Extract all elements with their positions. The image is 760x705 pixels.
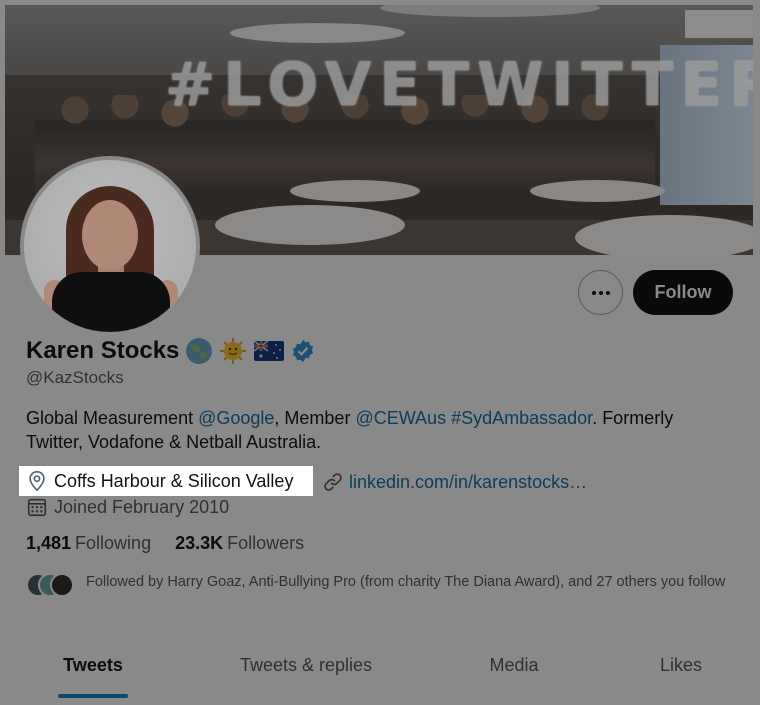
- profile-bio: Global Measurement @Google, Member @CEWA…: [26, 406, 726, 454]
- globe-asia-australia-icon: [186, 338, 213, 364]
- mention-link[interactable]: @Google: [198, 408, 274, 428]
- followers-count: 23.3K: [175, 533, 224, 553]
- followers-label: Followers: [227, 533, 305, 553]
- more-options-button[interactable]: [578, 270, 623, 315]
- banner-table: [575, 215, 753, 255]
- mention-link[interactable]: @CEWAus: [355, 408, 446, 428]
- bio-text: , Member: [274, 408, 356, 428]
- tab-label: Likes: [659, 655, 703, 675]
- following-count: 1,481: [26, 533, 72, 553]
- active-tab-indicator: [58, 694, 128, 698]
- link-icon: [324, 473, 342, 491]
- tab-label: Media: [489, 655, 539, 675]
- banner-light: [230, 23, 405, 43]
- avatar-face: [82, 200, 138, 270]
- tab-tweets-and-replies[interactable]: Tweets & replies: [186, 640, 426, 705]
- tab-tweets[interactable]: Tweets: [0, 640, 186, 705]
- tab-label: Tweets: [63, 655, 123, 675]
- avatar-dress: [52, 272, 170, 332]
- profile-avatar[interactable]: [20, 156, 200, 336]
- hashtag-link[interactable]: #SydAmbassador: [451, 408, 592, 428]
- profile-handle: @KazStocks: [26, 368, 124, 387]
- avatar-photo: [24, 160, 196, 332]
- tab-media[interactable]: Media: [426, 640, 602, 705]
- profile-joined: Joined February 2010: [26, 494, 229, 520]
- australia-flag-icon: [253, 340, 285, 361]
- following-count-link[interactable]: 1,481 Following: [26, 533, 151, 554]
- followed-by-text: Followed by Harry Goaz, Anti-Bullying Pr…: [86, 574, 726, 590]
- bio-text: Global Measurement: [26, 408, 199, 428]
- profile-name: Karen Stocks: [26, 337, 180, 364]
- banner-table: [530, 180, 665, 202]
- banner-table: [215, 205, 405, 245]
- website-link[interactable]: linkedin.com/in/karenstocks…: [349, 472, 587, 493]
- tab-label: Tweets & replies: [239, 655, 373, 675]
- followers-count-link[interactable]: 23.3K Followers: [175, 533, 304, 554]
- profile-tabs: Tweets Tweets & replies Media Likes: [0, 640, 760, 705]
- banner-light: [685, 10, 753, 38]
- follow-button[interactable]: Follow: [633, 270, 733, 315]
- calendar-icon: [27, 498, 47, 517]
- banner-table: [290, 180, 420, 202]
- followed-by-avatars: [26, 573, 76, 597]
- verified-icon[interactable]: [291, 339, 315, 363]
- mini-avatar: [50, 573, 74, 597]
- ellipsis-icon: [591, 290, 610, 295]
- profile-name-row: Karen Stocks: [26, 336, 315, 366]
- sun-with-face-icon: [220, 338, 247, 364]
- location-text: Coffs Harbour & Silicon Valley: [54, 470, 294, 491]
- following-label: Following: [75, 533, 152, 553]
- profile-website[interactable]: linkedin.com/in/karenstocks…: [322, 469, 587, 495]
- followed-by[interactable]: Followed by Harry Goaz, Anti-Bullying Pr…: [26, 572, 746, 597]
- follow-counts: 1,481 Following 23.3K Followers: [26, 533, 328, 554]
- profile-location: Coffs Harbour & Silicon Valley: [19, 466, 313, 496]
- banner-balloon-letters: #LOVETWITTER: [165, 50, 753, 120]
- tab-likes[interactable]: Likes: [602, 640, 760, 705]
- joined-date: Joined February 2010: [54, 496, 230, 517]
- location-pin-icon: [29, 471, 45, 492]
